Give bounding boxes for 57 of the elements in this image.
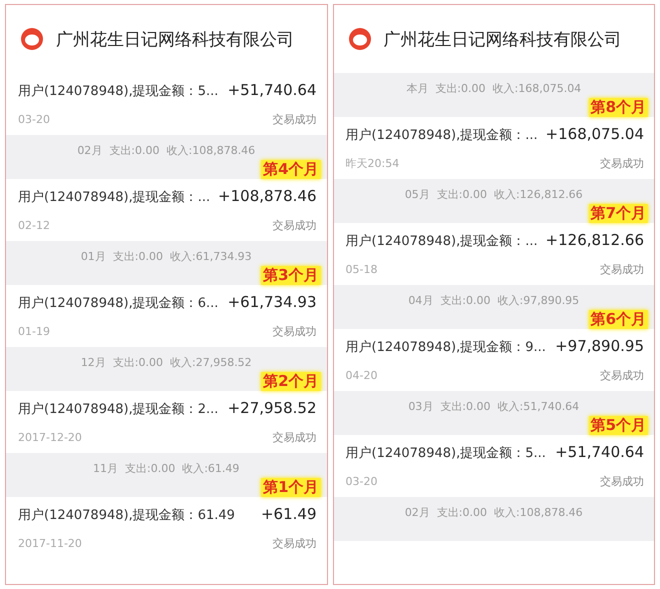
transaction-status: 交易成功 (600, 156, 644, 171)
transaction-amount: +51,740.64 (555, 443, 644, 461)
transaction-date: 昨天20:54 (346, 156, 400, 171)
month-count-label: 第4个月 (261, 160, 320, 179)
transaction-status: 交易成功 (272, 536, 316, 551)
company-title: 广州花生日记网络科技有限公司 (384, 28, 622, 50)
transaction-date: 02-12 (18, 219, 50, 232)
month-summary: 05月 支出:0.00 收入:126,812.66 (404, 187, 584, 202)
transaction-title: 用户(124078948),提现金额：5... (346, 445, 546, 462)
transaction-title: 用户(124078948),提现金额：... (346, 233, 538, 250)
transaction-amount: +51,740.64 (228, 81, 316, 99)
transaction-amount: +61,734.93 (228, 293, 316, 311)
month-summary: 12月 支出:0.00 收入:27,958.52 (80, 355, 253, 370)
month-summary: 本月 支出:0.00 收入:168,075.04 (405, 81, 582, 96)
transaction-title: 用户(124078948),提现金额：9... (346, 339, 546, 356)
month-summary: 02月 支出:0.00 收入:108,878.46 (76, 143, 256, 158)
transaction-amount: +61.49 (260, 505, 316, 523)
transaction-amount: +27,958.52 (228, 399, 316, 417)
month-count-label: 第2个月 (261, 372, 320, 391)
month-summary: 01月 支出:0.00 收入:61,734.93 (80, 249, 253, 264)
month-summary: 03月 支出:0.00 收入:51,740.64 (407, 399, 580, 414)
transaction-status: 交易成功 (600, 262, 644, 277)
transaction-date: 05-18 (346, 263, 378, 276)
month-count-label: 第6个月 (588, 310, 648, 329)
transaction-status: 交易成功 (272, 430, 316, 445)
transaction-amount: +97,890.95 (555, 337, 644, 355)
month-summary: 11月 支出:0.00 收入:61.49 (92, 461, 240, 476)
transaction-date: 03-20 (18, 113, 50, 126)
transaction-status: 交易成功 (272, 218, 316, 233)
month-count-label: 第1个月 (261, 478, 320, 497)
transaction-status: 交易成功 (272, 112, 316, 127)
transaction-title: 用户(124078948),提现金额：61.49 (18, 507, 235, 524)
logo-icon (348, 27, 372, 51)
transaction-title: 用户(124078948),提现金额：2... (18, 401, 218, 418)
transaction-date: 03-20 (346, 475, 378, 488)
transaction-amount: +126,812.66 (546, 231, 644, 249)
month-count-label: 第5个月 (588, 416, 648, 435)
transaction-status: 交易成功 (600, 368, 644, 383)
month-count-label: 第8个月 (588, 98, 648, 117)
month-count-label: 第7个月 (588, 204, 648, 223)
transaction-title: 用户(124078948),提现金额：... (346, 127, 538, 144)
transaction-date: 2017-12-20 (18, 431, 82, 444)
month-count-label: 第3个月 (261, 266, 320, 285)
transaction-title: 用户(124078948),提现金额：5... (18, 83, 218, 100)
transaction-status: 交易成功 (272, 324, 316, 339)
transaction-amount: +108,878.46 (218, 187, 316, 205)
month-summary: 04月 支出:0.00 收入:97,890.95 (407, 293, 580, 308)
transaction-date: 2017-11-20 (18, 537, 82, 550)
transaction-title: 用户(124078948),提现金额：... (18, 189, 210, 206)
transaction-title: 用户(124078948),提现金额：6... (18, 295, 218, 312)
transaction-status: 交易成功 (600, 474, 644, 489)
transaction-amount: +168,075.04 (546, 125, 644, 143)
company-title: 广州花生日记网络科技有限公司 (56, 28, 294, 50)
transaction-date: 01-19 (18, 325, 50, 338)
logo-icon (20, 27, 44, 51)
month-summary: 02月 支出:0.00 收入:108,878.46 (404, 505, 584, 520)
transaction-date: 04-20 (346, 369, 378, 382)
